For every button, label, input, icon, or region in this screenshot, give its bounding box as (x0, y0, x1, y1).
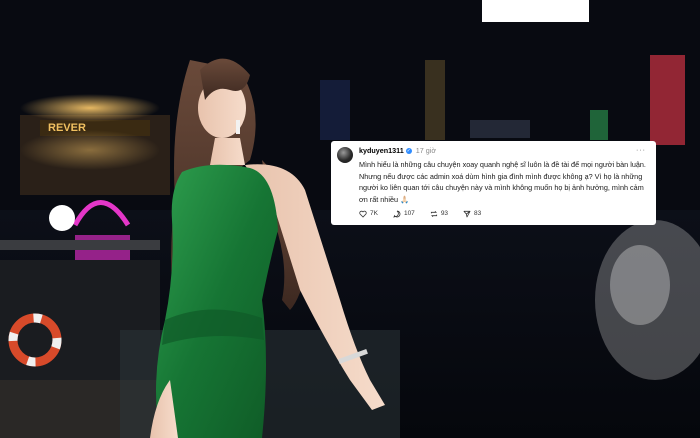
comment-button[interactable]: 107 (393, 209, 415, 219)
threads-post-card: kyduyen1311 ✓ 17 giờ ··· Mình hiểu là nhữ… (331, 141, 656, 225)
post-header: kyduyen1311 ✓ 17 giờ ··· (359, 146, 646, 156)
share-count: 83 (474, 210, 482, 217)
repost-count: 93 (440, 210, 449, 217)
like-button[interactable]: 7K (359, 209, 378, 219)
heart-icon (359, 210, 367, 218)
comment-icon (393, 210, 401, 218)
more-options-icon[interactable]: ··· (636, 146, 646, 156)
repost-button[interactable]: 93 (430, 209, 448, 219)
top-white-box (482, 0, 589, 22)
like-count: 7K (370, 210, 378, 217)
verified-badge-icon: ✓ (405, 147, 412, 154)
share-button[interactable]: 83 (463, 209, 481, 219)
post-actions: 7K 107 93 83 (359, 209, 496, 219)
user-avatar[interactable] (337, 147, 353, 163)
post-time: 17 giờ (415, 146, 437, 155)
repost-icon (430, 211, 437, 217)
post-text: Mình hiểu là những câu chuyện xoay quanh… (359, 160, 646, 204)
username[interactable]: kyduyen1311 (359, 146, 404, 155)
share-icon (463, 210, 471, 218)
comment-count: 107 (403, 210, 415, 217)
